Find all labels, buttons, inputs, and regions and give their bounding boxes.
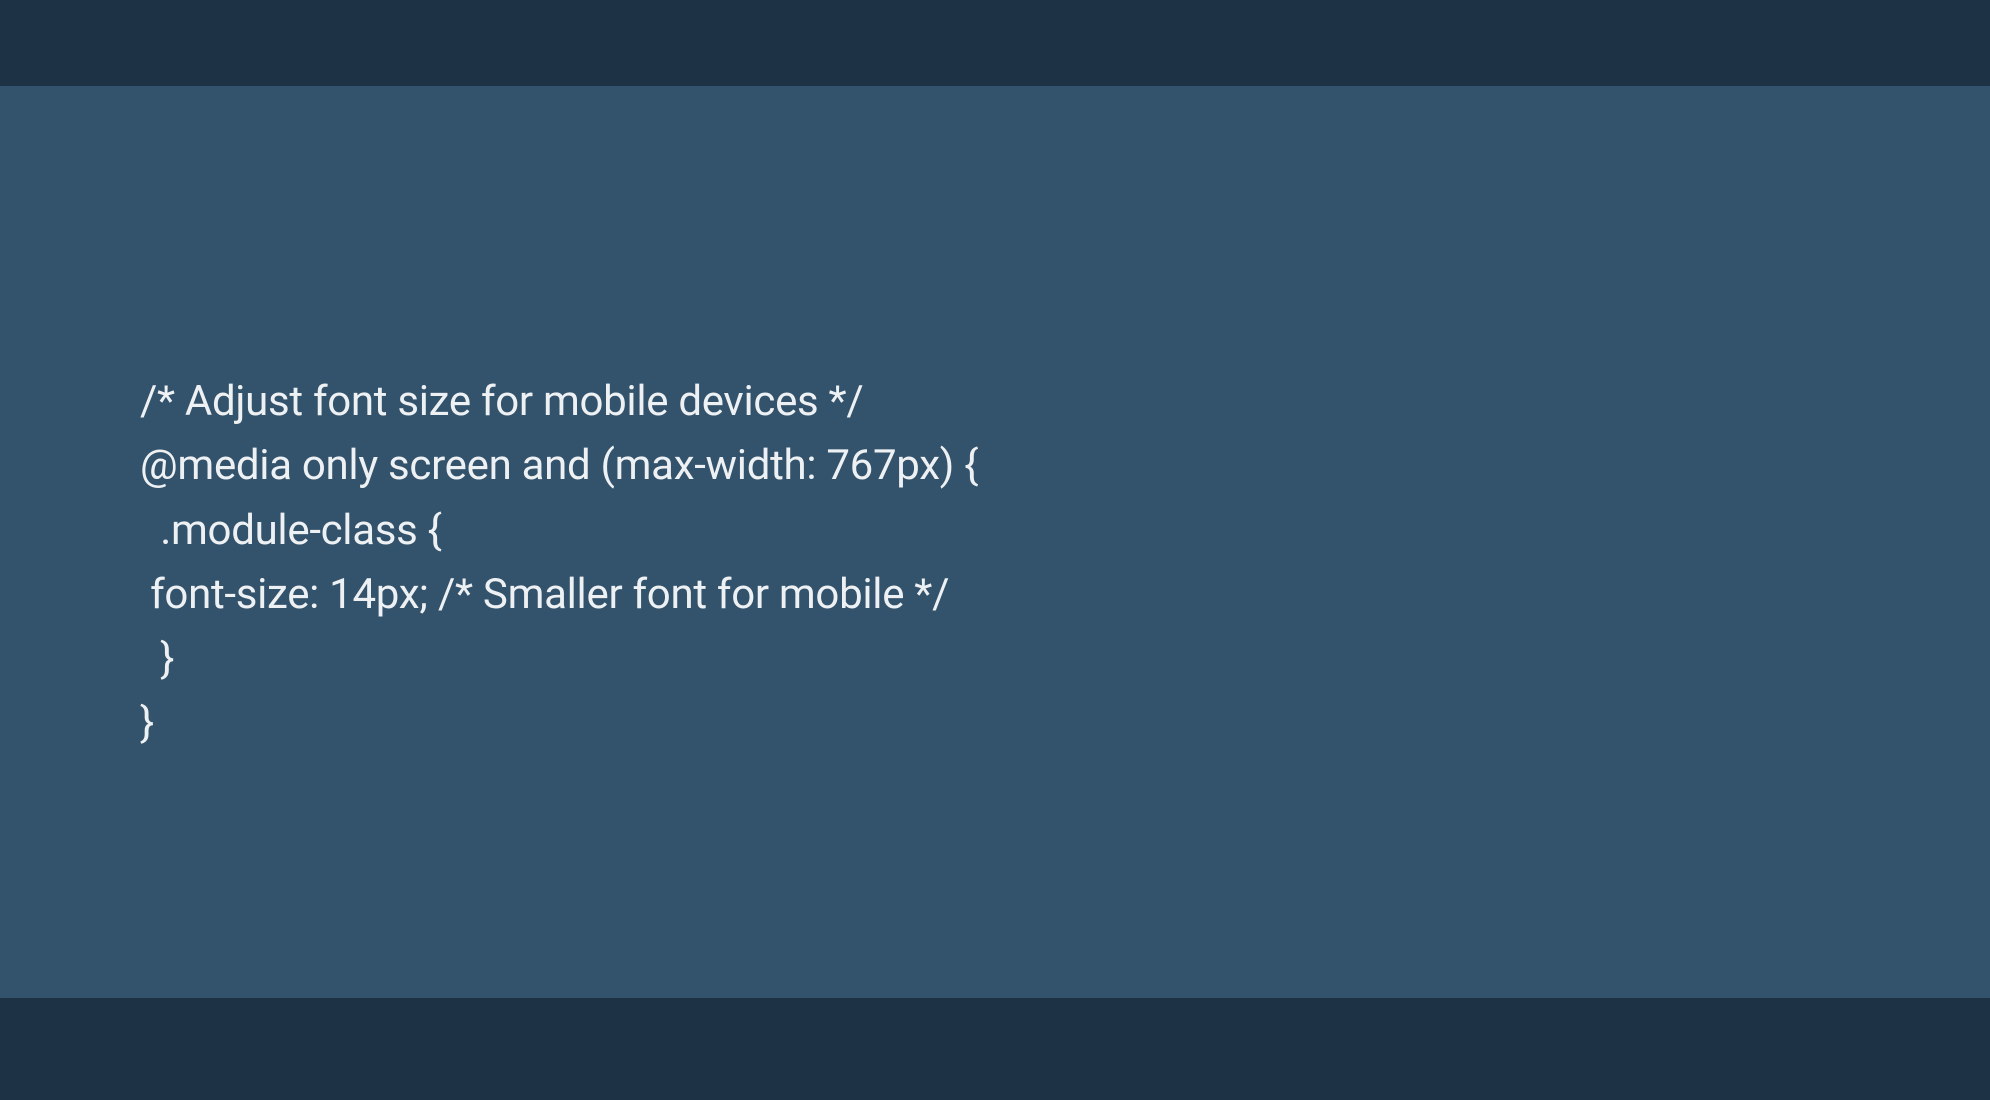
code-line: }	[140, 698, 154, 747]
code-panel: /* Adjust font size for mobile devices *…	[0, 86, 1990, 998]
code-line: /* Adjust font size for mobile devices *…	[140, 377, 863, 426]
code-line: .module-class {	[140, 506, 442, 555]
code-block: /* Adjust font size for mobile devices *…	[140, 370, 1990, 756]
code-line: @media only screen and (max-width: 767px…	[140, 441, 978, 490]
footer-bar	[0, 998, 1990, 1100]
code-line: font-size: 14px; /* Smaller font for mob…	[140, 570, 949, 619]
header-bar	[0, 0, 1990, 86]
code-line: }	[140, 634, 174, 683]
